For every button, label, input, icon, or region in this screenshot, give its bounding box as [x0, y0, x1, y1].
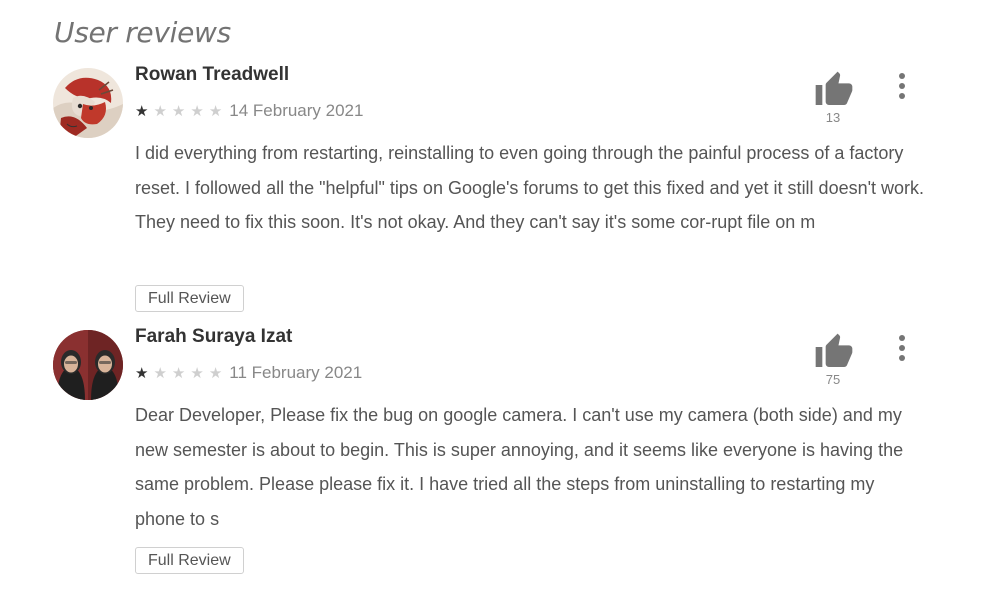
helpful-button[interactable]: [814, 332, 854, 372]
star-icon: ★: [190, 363, 204, 382]
avatar[interactable]: [53, 330, 123, 400]
star-icon: ★: [135, 363, 149, 382]
review-date: 14 February 2021: [229, 101, 364, 120]
star-rating: ★ ★ ★ ★ ★: [135, 363, 227, 382]
rating-row: ★ ★ ★ ★ ★ 14 February 2021: [135, 100, 363, 122]
star-icon: ★: [135, 101, 149, 120]
avatar-illustration: [53, 68, 123, 138]
star-rating: ★ ★ ★ ★ ★: [135, 101, 227, 120]
avatar-photo: [53, 330, 123, 400]
avatar[interactable]: [53, 68, 123, 138]
helpful-button[interactable]: [814, 70, 854, 110]
review-author[interactable]: Rowan Treadwell: [135, 64, 289, 86]
thumbs-up-icon: [815, 333, 853, 367]
more-vertical-icon: [899, 73, 905, 99]
star-icon: ★: [208, 101, 223, 120]
star-icon: ★: [153, 363, 167, 382]
helpful-count: 75: [825, 372, 841, 387]
more-options-button[interactable]: [888, 70, 916, 102]
thumbs-up-icon: [815, 71, 853, 105]
review-date: 11 February 2021: [229, 363, 363, 382]
review-text: I did everything from restarting, reinst…: [135, 143, 925, 232]
star-icon: ★: [190, 101, 204, 120]
review-text: Dear Developer, Please fix the bug on go…: [135, 405, 904, 529]
more-options-button[interactable]: [888, 332, 916, 364]
more-vertical-icon: [899, 335, 905, 361]
review-item: Rowan Treadwell ★ ★ ★ ★ ★ 14 February 20…: [0, 0, 1000, 312]
star-icon: ★: [171, 363, 186, 382]
helpful-count: 13: [825, 110, 841, 125]
full-review-button[interactable]: Full Review: [135, 547, 244, 574]
review-item: Farah Suraya Izat ★ ★ ★ ★ ★ 11 February …: [0, 262, 1000, 574]
star-icon: ★: [208, 363, 223, 382]
review-author[interactable]: Farah Suraya Izat: [135, 326, 292, 348]
star-icon: ★: [171, 101, 186, 120]
rating-row: ★ ★ ★ ★ ★ 11 February 2021: [135, 362, 362, 384]
star-icon: ★: [153, 101, 167, 120]
